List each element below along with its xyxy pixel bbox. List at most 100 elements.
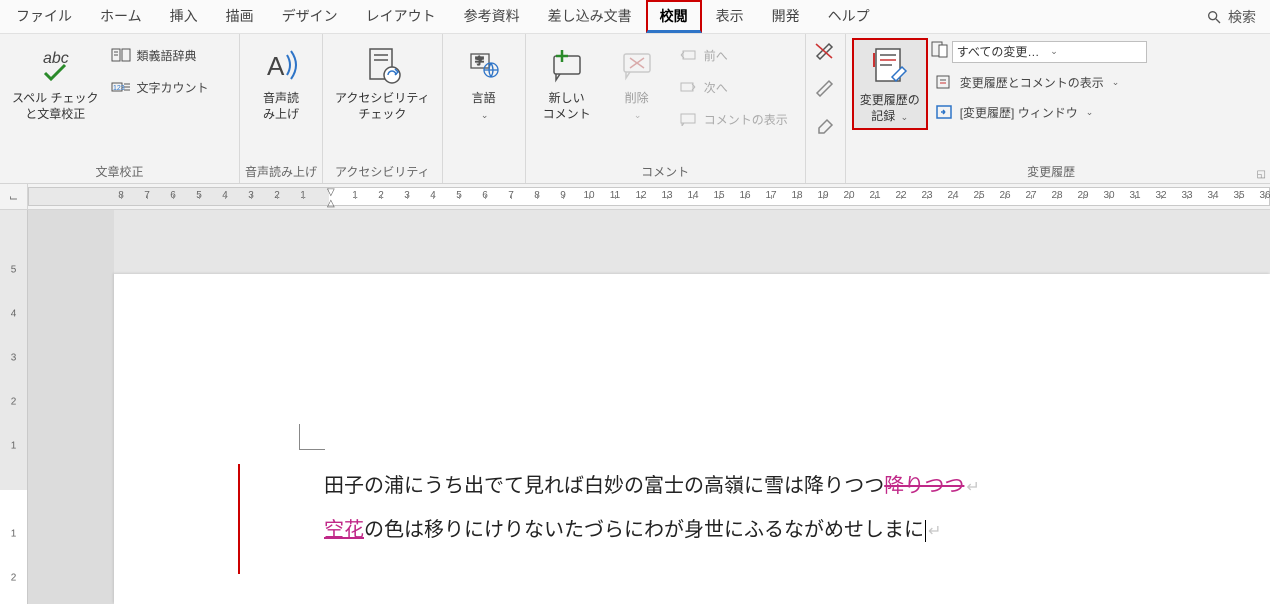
track-changes-icon (868, 44, 912, 90)
wordcount-icon: 123 (111, 78, 131, 96)
menu-描画[interactable]: 描画 (212, 0, 268, 33)
group-ink (806, 34, 846, 183)
spellcheck-label: スペル チェック と文章校正 (12, 90, 99, 122)
show-comments-button: コメントの表示 (674, 108, 792, 130)
prev-comment-label: 前へ (704, 47, 728, 64)
display-for-review-value: すべての変更履歴/コメ… (957, 43, 1049, 60)
spellcheck-button[interactable]: abc スペル チェック と文章校正 (6, 38, 105, 126)
group-language: 字 言語⌄ (443, 34, 526, 183)
group-accessibility: アクセシビリティ チェック アクセシビリティ (323, 34, 443, 183)
next-comment-button: 次へ (674, 76, 792, 98)
svg-text:abc: abc (43, 50, 69, 67)
accessibility-label: アクセシビリティ チェック (335, 90, 430, 122)
readaloud-icon: A (261, 42, 301, 88)
group-comments: 新しい コメント 削除⌄ 前へ 次へ コメントの表示 (526, 34, 806, 183)
search-box[interactable]: 検索 (1194, 1, 1268, 33)
menu-レイアウト[interactable]: レイアウト (352, 0, 450, 33)
thesaurus-icon (111, 46, 131, 64)
language-label: 言語⌄ (472, 90, 496, 122)
wordcount-button[interactable]: 123 文字カウント (107, 76, 213, 98)
crop-mark (299, 424, 325, 450)
tracking-dialog-launcher[interactable]: ◱ (1257, 169, 1270, 183)
document-body[interactable]: 田子の浦にうち出でて見れば白妙の富士の高嶺に雪は降りつつ降りつつ↵ 空花の色は移… (324, 464, 980, 552)
group-tracking: 変更履歴の 記録 ⌄ すべての変更履歴/コメ… ⌄ 変更履歴とコメントの表示 ⌄ (846, 34, 1270, 183)
delete-comment-button[interactable]: 削除⌄ (602, 38, 672, 126)
vertical-ruler[interactable]: 1234512 (0, 210, 28, 604)
menu-参考資料[interactable]: 参考資料 (450, 0, 534, 33)
delete-comment-label: 削除⌄ (625, 90, 649, 122)
group-comments-label: コメント (526, 161, 805, 183)
track-changes-button[interactable]: 変更履歴の 記録 ⌄ (852, 38, 928, 130)
language-icon: 字 (467, 42, 501, 88)
line1-text: 田子の浦にうち出でて見れば白妙の富士の高嶺に雪は降りつつ (324, 475, 884, 497)
thesaurus-label: 類義語辞典 (137, 47, 197, 64)
accessibility-button[interactable]: アクセシビリティ チェック (329, 38, 436, 126)
menu-bar: ファイルホーム挿入描画デザインレイアウト参考資料差し込み文書校閲表示開発ヘルプ … (0, 0, 1270, 34)
svg-text:字: 字 (475, 55, 484, 66)
paragraph-mark: ↵ (966, 479, 979, 496)
group-speech: A 音声読 み上げ 音声読み上げ (240, 34, 323, 183)
group-ink-blank (806, 164, 845, 183)
pen-icon[interactable] (814, 79, 836, 102)
svg-text:A: A (267, 51, 285, 81)
search-icon (1206, 9, 1222, 25)
reviewing-pane-icon (934, 103, 954, 121)
menu-差し込み文書[interactable]: 差し込み文書 (534, 0, 646, 33)
accessibility-icon (362, 42, 402, 88)
readaloud-label: 音声読 み上げ (263, 90, 299, 122)
prev-comment-button: 前へ (674, 44, 792, 66)
spellcheck-icon: abc (35, 42, 75, 88)
show-comments-icon (678, 110, 698, 128)
menu-開発[interactable]: 開発 (758, 0, 814, 33)
thesaurus-button[interactable]: 類義語辞典 (107, 44, 213, 66)
show-markup-button[interactable]: 変更履歴とコメントの表示 ⌄ (930, 71, 1147, 93)
paragraph-mark: ↵ (928, 523, 941, 540)
horizontal-ruler[interactable]: ▽△ 1234567812345678910111213141516171819… (28, 187, 1270, 206)
group-proofing-label: 文章校正 (0, 161, 239, 183)
group-speech-label: 音声読み上げ (240, 161, 322, 183)
menu-ファイル[interactable]: ファイル (2, 0, 86, 33)
indent-marker[interactable]: ▽△ (327, 187, 335, 209)
menu-表示[interactable]: 表示 (702, 0, 758, 33)
chevron-down-icon: ⌄ (1112, 77, 1120, 88)
display-for-review-select[interactable]: すべての変更履歴/コメ… ⌄ (952, 41, 1147, 63)
readaloud-button[interactable]: A 音声読 み上げ (246, 38, 316, 126)
menu-デザイン[interactable]: デザイン (268, 0, 352, 33)
ribbon: abc スペル チェック と文章校正 類義語辞典 123 文字カウント 文章校正 (0, 34, 1270, 184)
chevron-down-icon: ⌄ (1086, 107, 1094, 118)
change-bar (238, 464, 240, 574)
display-review-icon[interactable] (930, 40, 948, 63)
group-tracking-label: 変更履歴 (846, 161, 1257, 183)
doc-line-2[interactable]: 空花の色は移りにけりないたづらにわが身世にふるながめせしまに↵ (324, 508, 980, 552)
language-button[interactable]: 字 言語⌄ (449, 38, 519, 126)
wordcount-label: 文字カウント (137, 79, 209, 96)
next-comment-icon (678, 78, 698, 96)
new-comment-icon (548, 42, 586, 88)
show-markup-label: 変更履歴とコメントの表示 (960, 74, 1104, 91)
menu-挿入[interactable]: 挿入 (156, 0, 212, 33)
new-comment-label: 新しい コメント (543, 90, 591, 122)
ruler-row: ⌙ ▽△ 12345678123456789101112131415161718… (0, 184, 1270, 210)
new-comment-button[interactable]: 新しい コメント (532, 38, 602, 126)
track-changes-label: 変更履歴の 記録 ⌄ (860, 92, 920, 124)
menu-ホーム[interactable]: ホーム (86, 0, 156, 33)
prev-comment-icon (678, 46, 698, 64)
eraser-icon[interactable] (814, 116, 836, 139)
menu-校閲[interactable]: 校閲 (646, 0, 702, 33)
text-cursor (925, 520, 926, 542)
menu-ヘルプ[interactable]: ヘルプ (814, 0, 884, 33)
doc-line-1[interactable]: 田子の浦にうち出でて見れば白妙の富士の高嶺に雪は降りつつ降りつつ↵ (324, 464, 980, 508)
show-comments-label: コメントの表示 (704, 111, 788, 128)
line2-text: の色は移りにけりないたづらにわが身世にふるながめせしまに (364, 519, 924, 541)
ink-hide-icon[interactable] (814, 42, 836, 65)
svg-text:123: 123 (113, 85, 125, 92)
search-label: 検索 (1228, 7, 1256, 27)
group-accessibility-label: アクセシビリティ (323, 161, 442, 183)
next-comment-label: 次へ (704, 79, 728, 96)
line1-deletion: 降りつつ (884, 475, 964, 497)
show-markup-icon (934, 73, 954, 91)
document-page[interactable]: 田子の浦にうち出でて見れば白妙の富士の高嶺に雪は降りつつ降りつつ↵ 空花の色は移… (114, 274, 1270, 604)
reviewing-pane-button[interactable]: [変更履歴] ウィンドウ ⌄ (930, 101, 1147, 123)
workspace: 1234512 田子の浦にうち出でて見れば白妙の富士の高嶺に雪は降りつつ降りつつ… (0, 210, 1270, 604)
ruler-corner: ⌙ (0, 184, 28, 210)
